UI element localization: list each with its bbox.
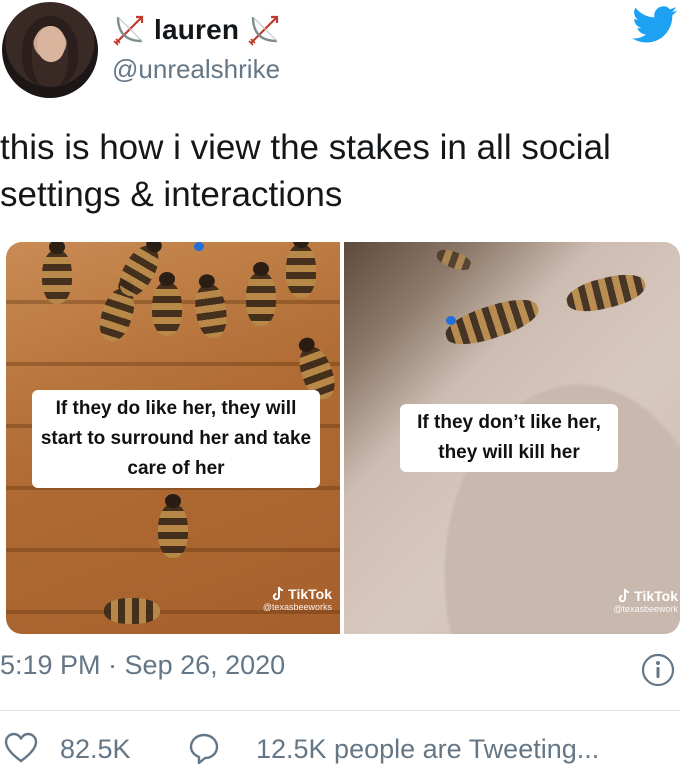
queen-marker [446,316,456,325]
tweeting-count[interactable]: 12.5K people are Tweeting... [256,734,599,765]
user-handle[interactable]: @unrealshrike [112,54,280,85]
tiktok-icon [273,587,284,601]
tweet-timestamp[interactable]: 5:19 PM · Sep 26, 2020 [0,650,285,681]
bee [441,291,543,353]
tiktok-username: @texasbeework [613,604,678,614]
bee [152,272,182,336]
twitter-bird-icon[interactable] [632,6,678,44]
info-icon[interactable] [640,652,676,688]
display-name-row[interactable]: lauren [112,12,281,48]
tweet-header: lauren @unrealshrike [0,0,680,110]
tweet-media[interactable]: If they do like her, they will start to … [6,242,680,634]
bee [286,242,316,298]
bee [104,598,160,624]
like-count[interactable]: 82.5K [60,734,131,765]
heart-icon[interactable] [4,732,38,764]
tweet-actions: 82.5K 12.5K people are Tweeting... [0,728,680,768]
divider [0,710,680,711]
avatar[interactable] [2,2,98,98]
media-image-left[interactable]: If they do like her, they will start to … [6,242,340,634]
bee [434,246,474,274]
tiktok-brand: TikTok [634,588,678,604]
tiktok-brand: TikTok [288,586,332,602]
bee [192,273,230,340]
tiktok-username: @texasbeeworks [262,602,332,612]
bee [246,262,276,326]
queen-marker [194,242,204,251]
tiktok-watermark: TikTok @texasbeeworks [206,586,332,612]
media-caption-right: If they don’t like her, they will kill h… [400,404,618,472]
comment-bubble-icon[interactable] [188,732,220,764]
bee [42,242,72,304]
bow-and-arrow-icon [248,15,279,46]
tiktok-watermark: TikTok @texasbeework [544,588,678,614]
bee [563,268,649,318]
tiktok-icon [619,589,630,603]
media-caption-left: If they do like her, they will start to … [32,390,320,488]
display-name: lauren [154,14,240,45]
media-image-right[interactable]: If they don’t like her, they will kill h… [344,242,680,634]
tweet-text: this is how i view the stakes in all soc… [0,128,611,214]
bow-and-arrow-icon [113,15,144,46]
bee [158,494,188,558]
